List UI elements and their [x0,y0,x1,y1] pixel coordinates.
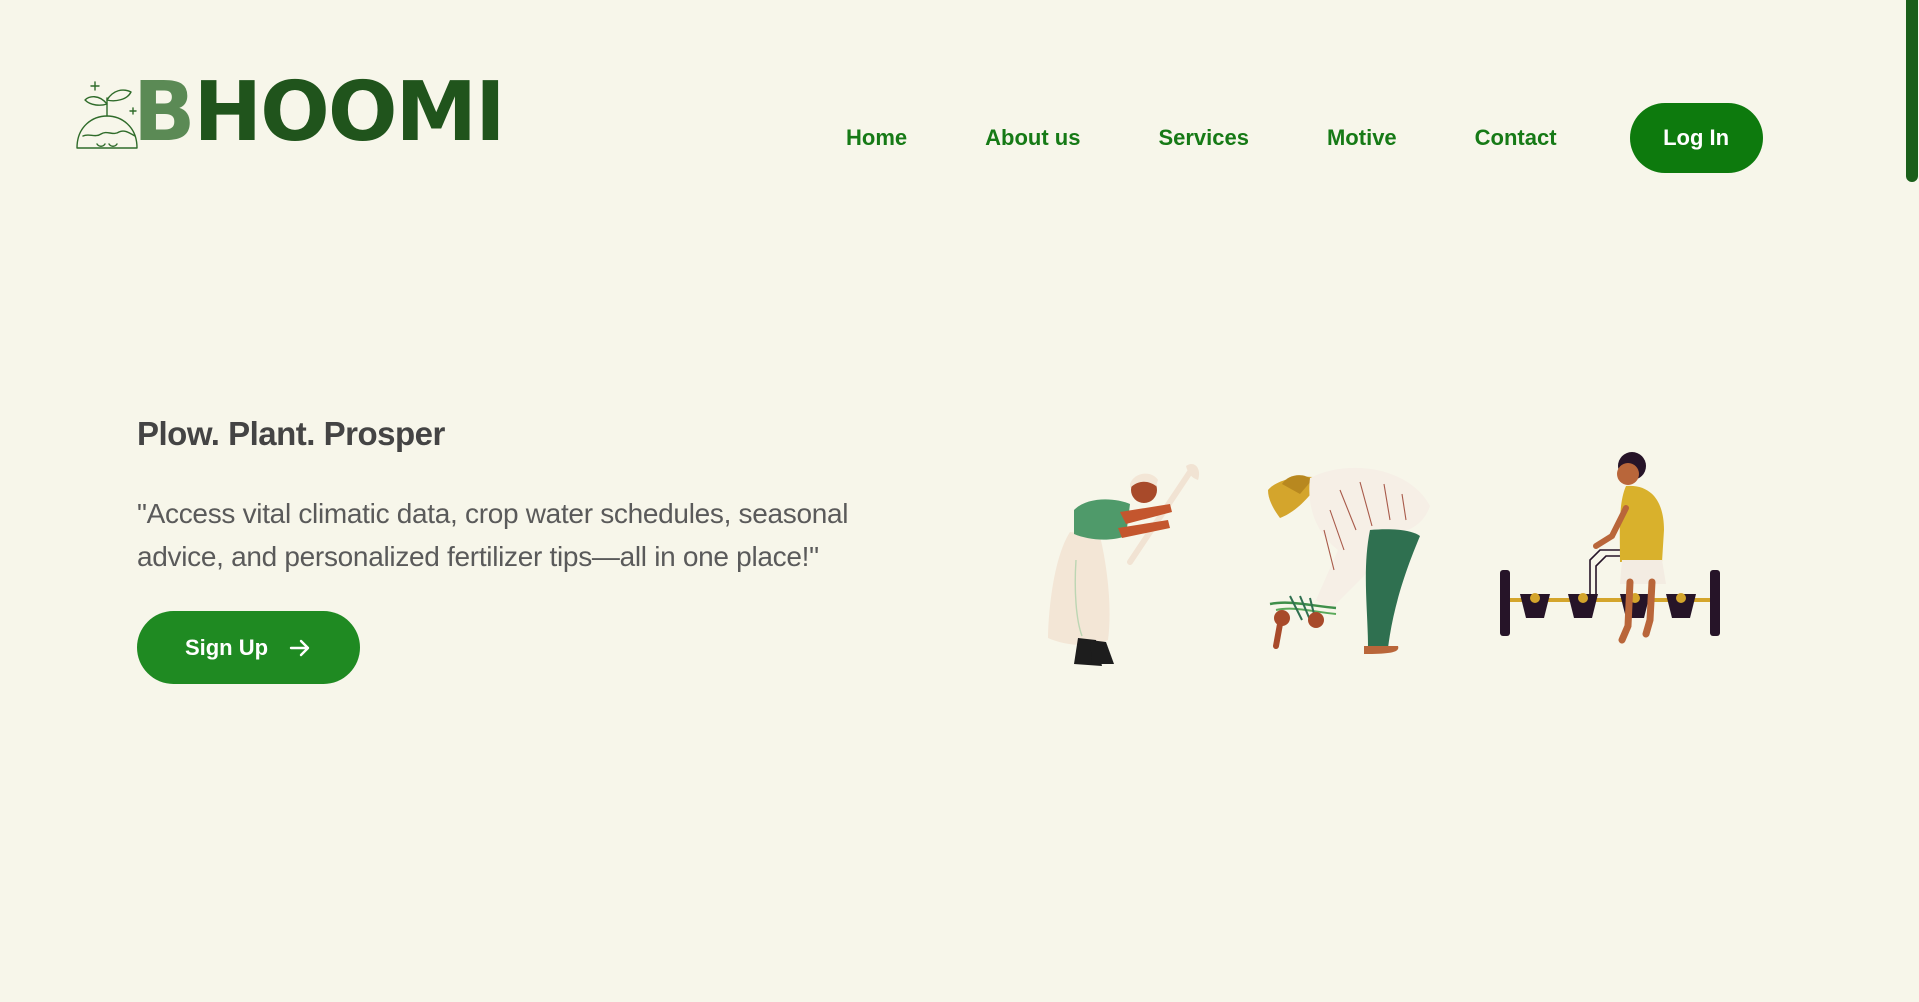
scrollbar-thumb[interactable] [1906,0,1918,182]
nav-link-services[interactable]: Services [1158,125,1249,151]
hero-description: "Access vital climatic data, crop water … [137,498,849,572]
brand-name-first: B [133,65,195,160]
nav-link-motive[interactable]: Motive [1327,125,1397,151]
brand-logo[interactable]: BHOOMI [73,72,506,158]
signup-button[interactable]: Sign Up [137,611,360,684]
page-scrollbar[interactable] [1905,0,1919,1002]
nav-link-contact[interactable]: Contact [1475,125,1557,151]
farmers-illustration [1048,452,1720,666]
nav-link-about-us[interactable]: About us [985,125,1080,151]
login-button[interactable]: Log In [1629,103,1763,173]
sprout-globe-icon [76,81,138,149]
farmer-hoeing-icon [1048,463,1200,666]
signup-button-label: Sign Up [184,634,269,660]
main-navigation: Home About us Services Motive Contact Lo… [846,103,1763,173]
brand-name-rest: HOOMI [193,65,506,160]
nav-link-home[interactable]: Home [846,125,907,151]
arrow-right-icon [289,639,310,656]
farmer-seed-drill-icon [1500,452,1720,644]
brand-wordmark: BHOOMI [133,72,506,154]
hero-title: Plow. Plant. Prosper [137,415,445,452]
farmer-planting-icon [1268,467,1430,654]
